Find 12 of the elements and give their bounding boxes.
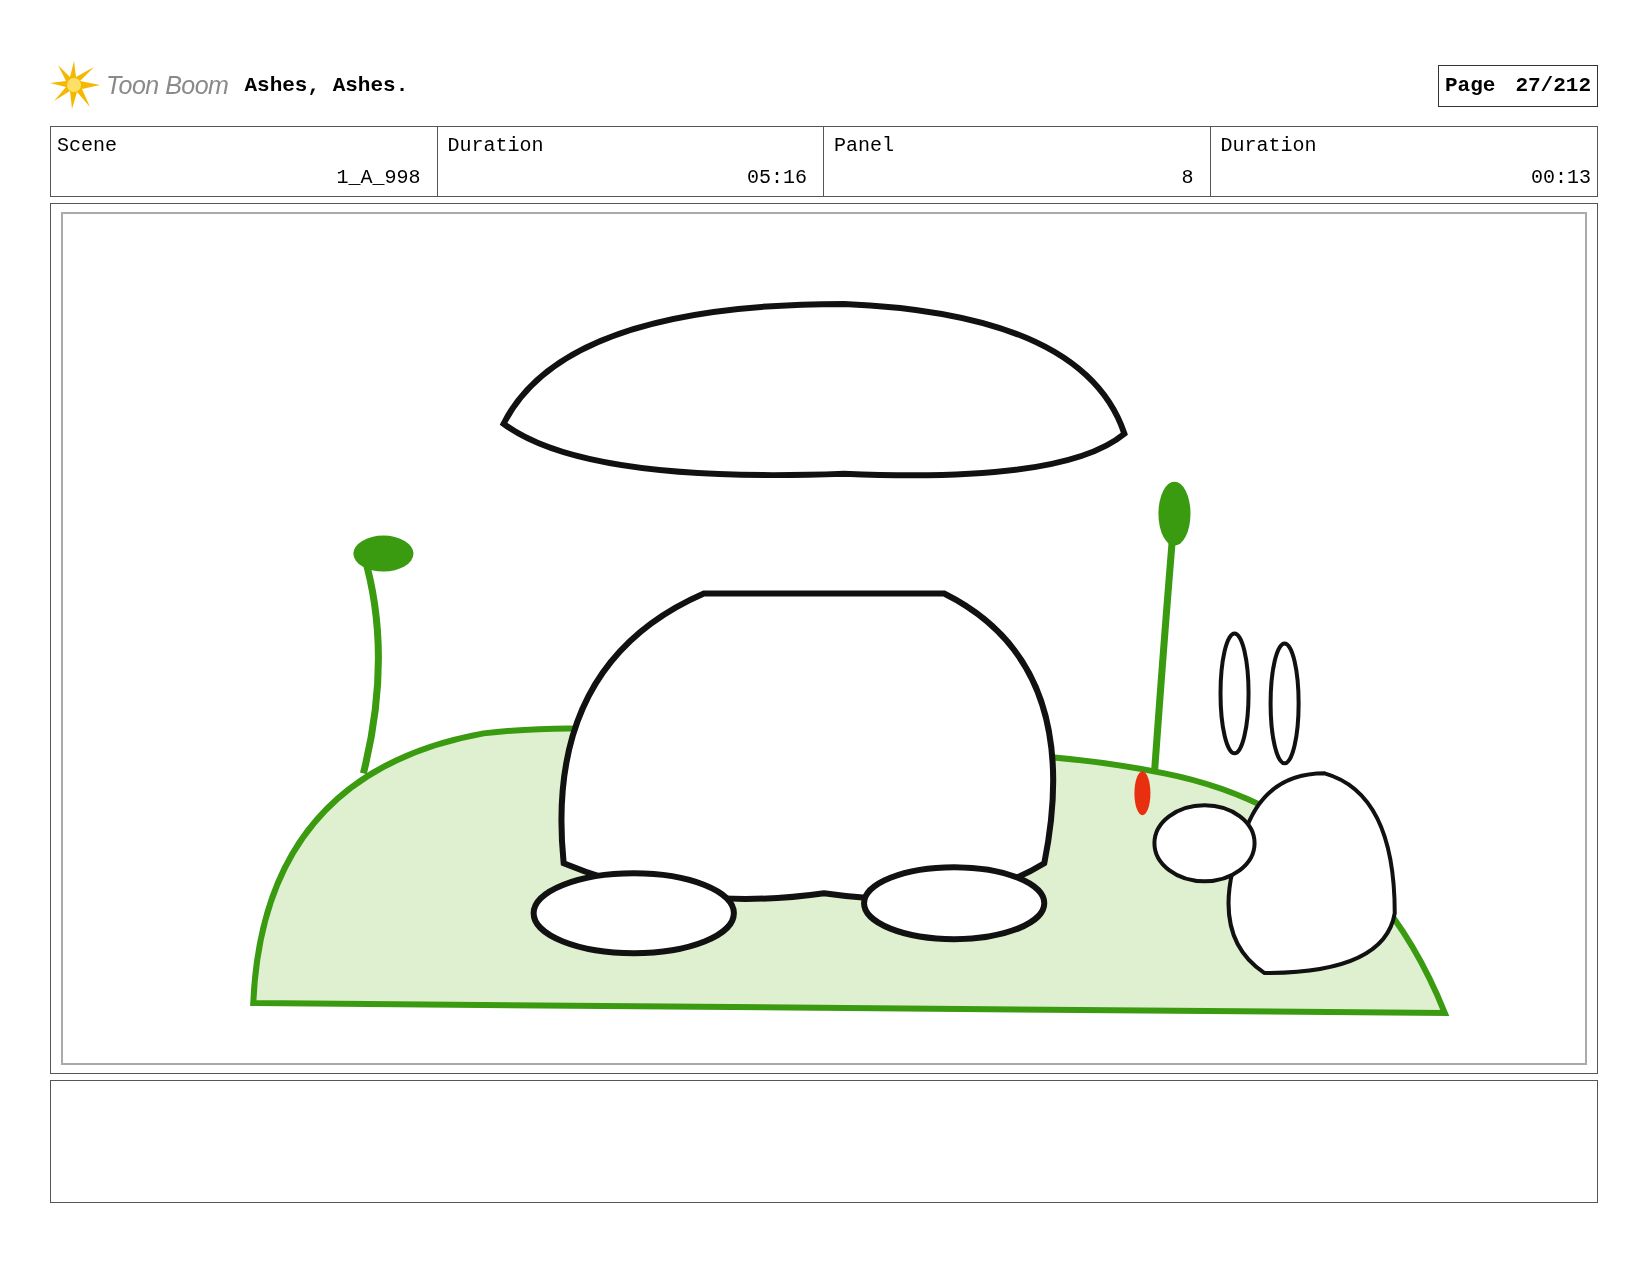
- field-label: Duration: [447, 133, 545, 159]
- page-label: Page: [1444, 73, 1496, 100]
- field-value: 05:16: [747, 165, 807, 191]
- field-value: 00:13: [1531, 165, 1591, 191]
- field-label: Duration: [1220, 133, 1318, 159]
- storyboard-title: Ashes, Ashes.: [244, 73, 409, 100]
- logo-text: Toon Boom: [106, 70, 229, 102]
- field-label: Panel: [834, 133, 895, 159]
- field-value: 1_A_998: [336, 165, 421, 191]
- field-label: Scene: [57, 133, 118, 159]
- page-number: 27/212: [1515, 73, 1591, 100]
- field-value: 8: [1181, 165, 1194, 191]
